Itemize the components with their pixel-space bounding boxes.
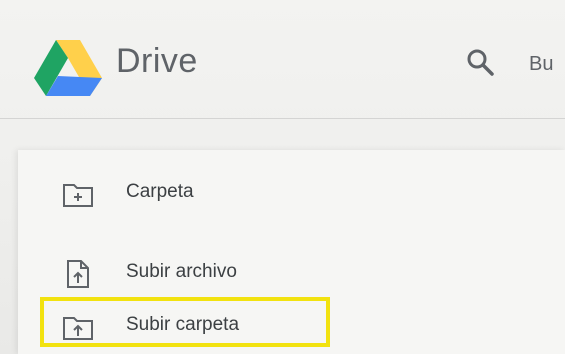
menu-item-new-folder[interactable]: Carpeta	[18, 170, 565, 214]
screenshot-page: Drive Bu Carpeta Subir archivo Subir car…	[0, 0, 565, 354]
app-name: Drive	[116, 42, 198, 80]
drive-logo-icon[interactable]	[34, 38, 102, 96]
menu-item-label: Subir archivo	[126, 261, 237, 282]
search-icon[interactable]	[466, 48, 494, 76]
new-folder-icon	[63, 184, 93, 207]
app-header: Drive Bu	[0, 0, 565, 118]
search-input[interactable]: Bu	[529, 53, 553, 76]
file-upload-icon	[67, 260, 89, 288]
header-divider	[0, 118, 565, 119]
menu-item-upload-file[interactable]: Subir archivo	[18, 250, 565, 294]
menu-item-label: Carpeta	[126, 181, 194, 202]
highlight-box	[40, 297, 330, 347]
